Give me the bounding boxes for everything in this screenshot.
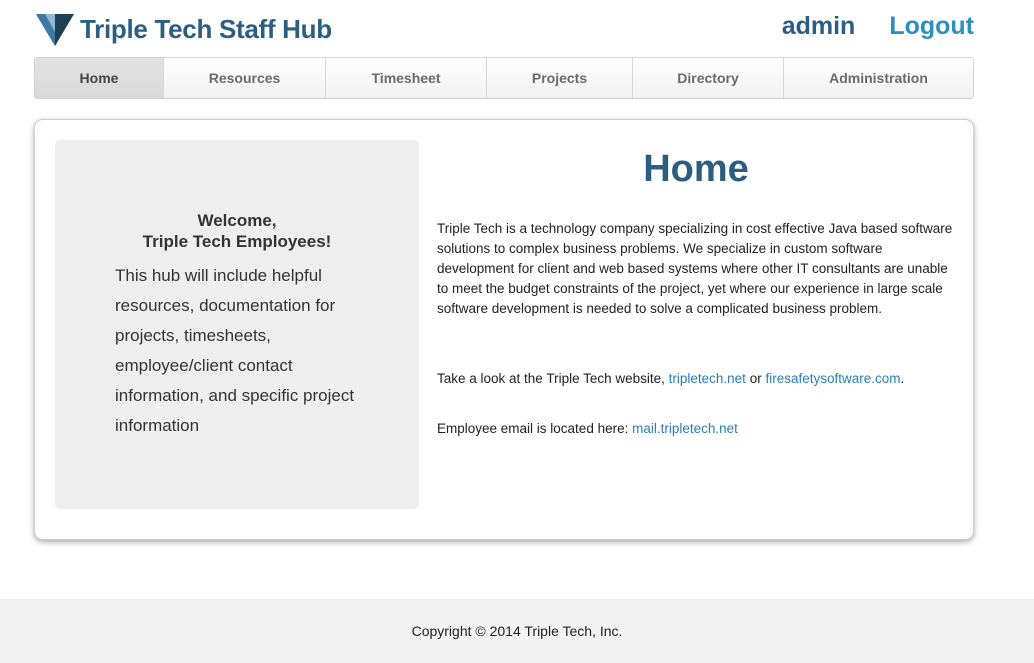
- website-paragraph: Take a look at the Triple Tech website, …: [437, 369, 953, 389]
- website-text-or: or: [745, 371, 766, 386]
- copyright-text: Copyright © 2014 Triple Tech, Inc.: [411, 623, 623, 639]
- welcome-panel: Welcome, Triple Tech Employees! This hub…: [55, 140, 419, 509]
- triangle-logo-icon: [36, 14, 74, 46]
- mail-link[interactable]: mail.tripletech.net: [632, 421, 738, 436]
- website-text-suffix: .: [900, 371, 905, 386]
- page-title: Home: [643, 148, 749, 190]
- tripletech-link[interactable]: tripletech.net: [669, 371, 746, 386]
- nav-item-projects[interactable]: Projects: [487, 58, 633, 98]
- email-paragraph: Employee email is located here: mail.tri…: [437, 419, 953, 439]
- site-title: Triple Tech Staff Hub: [80, 13, 332, 44]
- firesafety-link[interactable]: firesafetysoftware.com: [765, 371, 900, 386]
- nav-item-timesheet[interactable]: Timesheet: [326, 58, 487, 98]
- welcome-title-line1: Welcome,: [197, 211, 277, 230]
- nav-item-administration[interactable]: Administration: [784, 58, 973, 98]
- username-label: admin: [781, 12, 856, 40]
- nav-item-directory[interactable]: Directory: [633, 58, 784, 98]
- email-text-prefix: Employee email is located here:: [437, 421, 633, 436]
- nav-item-resources[interactable]: Resources: [164, 58, 326, 98]
- intro-paragraph: Triple Tech is a technology company spec…: [437, 221, 953, 316]
- welcome-text: This hub will include helpful resources,…: [115, 266, 355, 435]
- footer: Copyright © 2014 Triple Tech, Inc.: [0, 599, 1034, 663]
- logo[interactable]: Triple Tech Staff Hub: [36, 12, 332, 46]
- content-card: Welcome, Triple Tech Employees! This hub…: [34, 119, 974, 540]
- logout-link[interactable]: Logout: [889, 12, 974, 41]
- header: Triple Tech Staff Hub admin Logout: [0, 0, 1034, 56]
- website-text-prefix: Take a look at the Triple Tech website,: [437, 371, 669, 386]
- nav-item-home[interactable]: Home: [35, 58, 164, 98]
- welcome-title-line2: Triple Tech Employees!: [142, 232, 332, 251]
- main-nav: Home Resources Timesheet Projects Direct…: [34, 57, 974, 99]
- welcome-title: Welcome, Triple Tech Employees!: [55, 210, 419, 252]
